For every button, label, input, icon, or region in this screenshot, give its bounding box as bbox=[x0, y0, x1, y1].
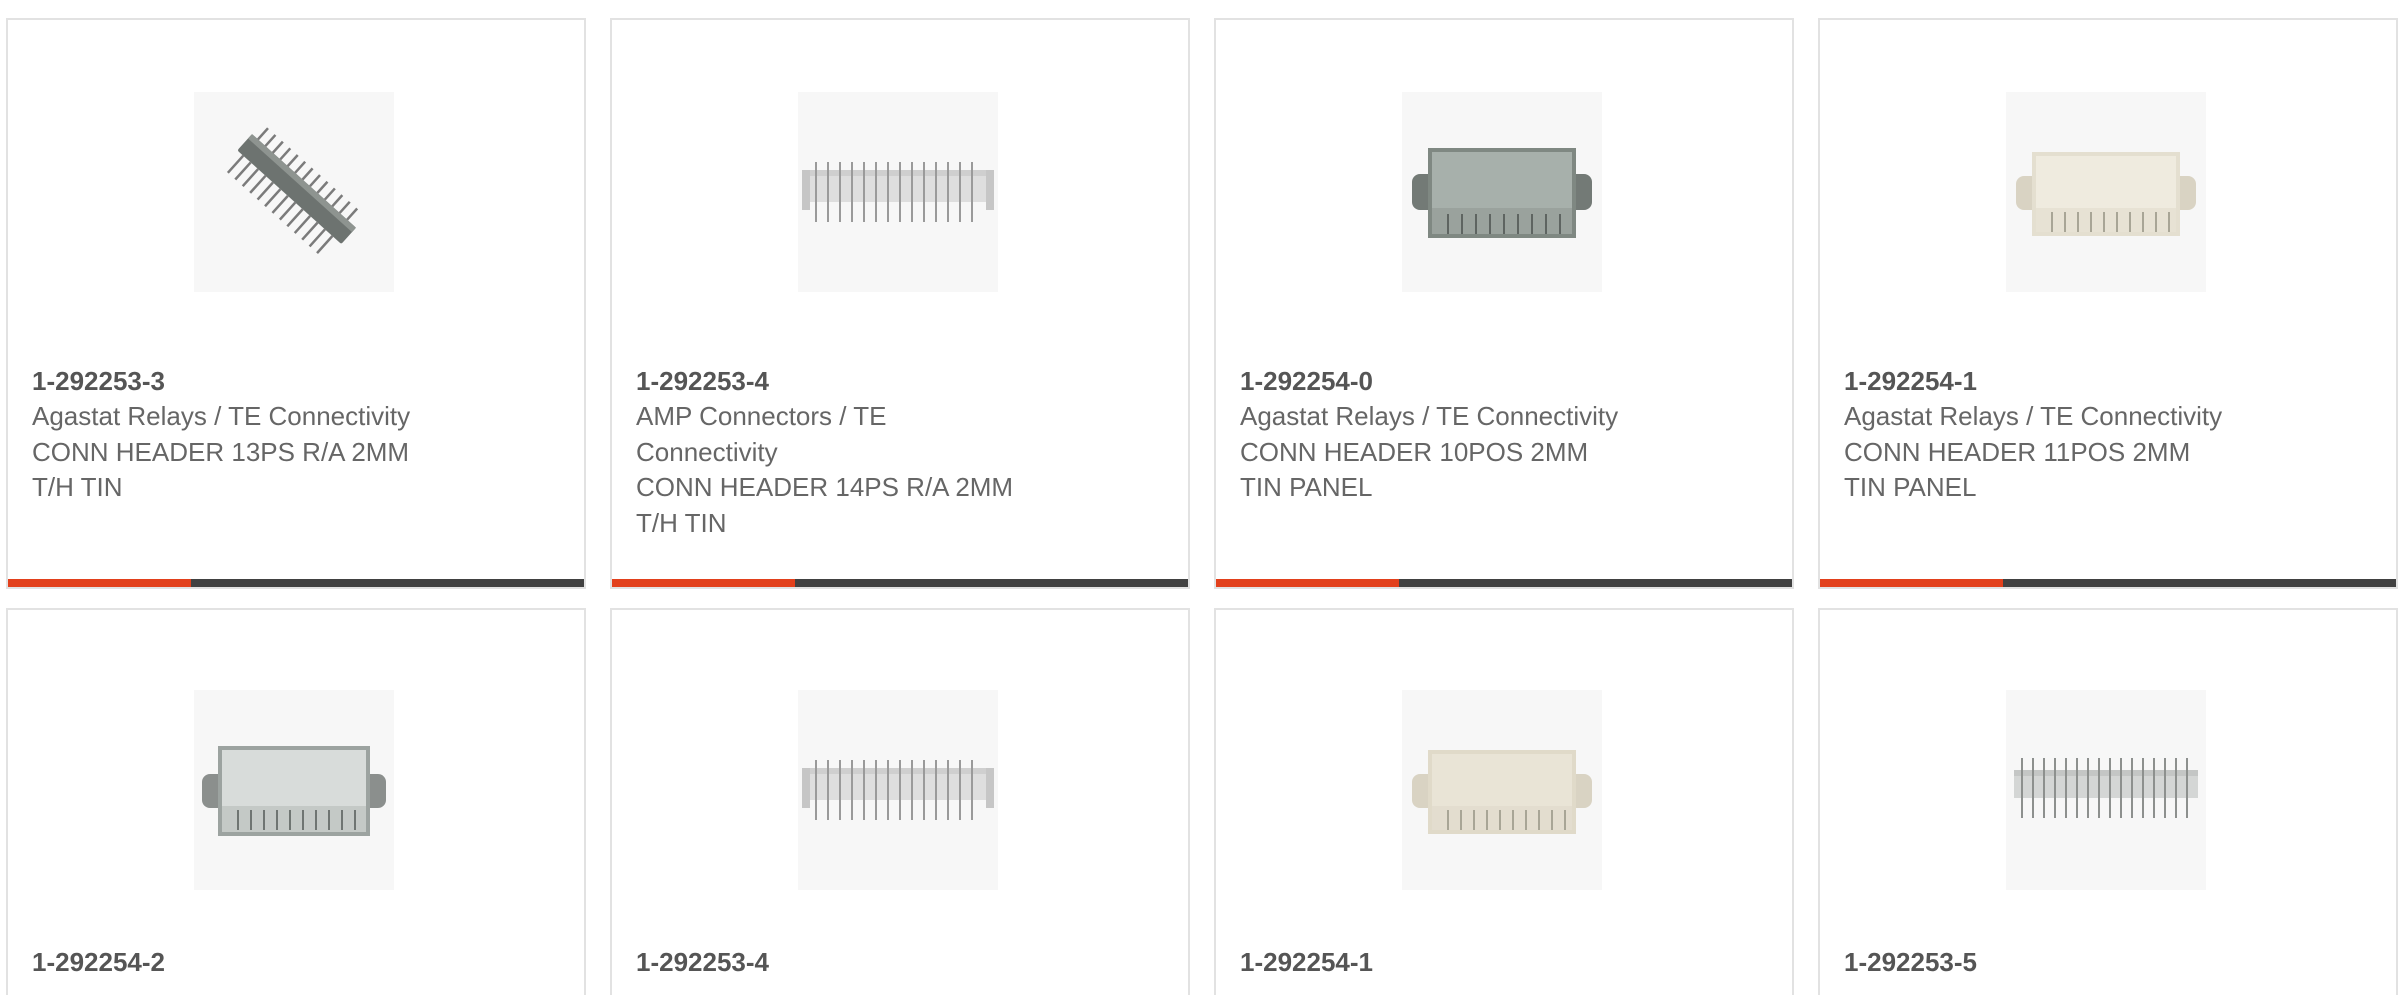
pin-header-icon bbox=[2014, 758, 2198, 818]
card-footer-bar bbox=[1820, 579, 2396, 587]
card-footer-accent bbox=[8, 579, 191, 587]
manufacturer: Agastat Relays / TE Connectivity bbox=[1240, 401, 1619, 431]
part-number[interactable]: 1-292253-4 bbox=[636, 945, 1056, 980]
card-footer-accent bbox=[1216, 579, 1399, 587]
card-footer-bar bbox=[8, 579, 584, 587]
card-footer-bar bbox=[1216, 579, 1792, 587]
product-info: 1-292253-4 AMP Connectors / TE Connectiv… bbox=[636, 364, 1056, 541]
product-card[interactable]: 1-292254-0 Agastat Relays / TE Connectiv… bbox=[1214, 18, 1794, 589]
part-number[interactable]: 1-292254-2 bbox=[32, 945, 452, 980]
product-info: 1-292254-1 bbox=[1240, 945, 1660, 980]
product-card[interactable]: 1-292253-5 bbox=[1818, 608, 2398, 995]
product-card[interactable]: 1-292254-1 bbox=[1214, 608, 1794, 995]
part-number[interactable]: 1-292254-1 bbox=[1844, 364, 2264, 399]
product-info: 1-292253-3 Agastat Relays / TE Connectiv… bbox=[32, 364, 452, 506]
product-card[interactable]: 1-292253-4 bbox=[610, 608, 1190, 995]
product-card[interactable]: 1-292254-2 bbox=[6, 608, 586, 995]
part-number[interactable]: 1-292253-4 bbox=[636, 364, 1056, 399]
product-grid: 1-292253-3 Agastat Relays / TE Connectiv… bbox=[0, 0, 2400, 995]
product-image[interactable] bbox=[1402, 690, 1602, 890]
beige-panel-connector-icon bbox=[2016, 152, 2196, 236]
manufacturer: Agastat Relays / TE Connectivity bbox=[32, 401, 411, 431]
part-number[interactable]: 1-292253-3 bbox=[32, 364, 452, 399]
product-image[interactable] bbox=[2006, 690, 2206, 890]
gray-panel-connector-icon bbox=[1412, 148, 1592, 238]
manufacturer: Agastat Relays / TE Connectivity bbox=[1844, 401, 2223, 431]
angled-pin-header-icon bbox=[226, 127, 359, 254]
description: CONN HEADER 10POS 2MM TIN PANEL bbox=[1240, 436, 1589, 503]
product-image[interactable] bbox=[194, 690, 394, 890]
product-info: 1-292254-2 bbox=[32, 945, 452, 980]
part-number[interactable]: 1-292254-1 bbox=[1240, 945, 1660, 980]
card-footer-bar bbox=[612, 579, 1188, 587]
product-image[interactable] bbox=[2006, 92, 2206, 292]
product-card[interactable]: 1-292254-1 Agastat Relays / TE Connectiv… bbox=[1818, 18, 2398, 589]
part-number[interactable]: 1-292253-5 bbox=[1844, 945, 2264, 980]
manufacturer: AMP Connectors / TE Connectivity bbox=[636, 401, 887, 467]
product-info: 1-292254-1 Agastat Relays / TE Connectiv… bbox=[1844, 364, 2264, 506]
product-info: 1-292254-0 Agastat Relays / TE Connectiv… bbox=[1240, 364, 1660, 506]
description: CONN HEADER 13PS R/A 2MM T/H TIN bbox=[32, 436, 410, 503]
product-image[interactable] bbox=[798, 690, 998, 890]
product-image[interactable] bbox=[798, 92, 998, 292]
product-image[interactable] bbox=[194, 92, 394, 292]
product-image[interactable] bbox=[1402, 92, 1602, 292]
card-footer-accent bbox=[1820, 579, 2003, 587]
beige-panel-connector-icon bbox=[1412, 750, 1592, 834]
product-card[interactable]: 1-292253-3 Agastat Relays / TE Connectiv… bbox=[6, 18, 586, 589]
pin-header-icon bbox=[802, 162, 994, 222]
product-info: 1-292253-4 bbox=[636, 945, 1056, 980]
product-card[interactable]: 1-292253-4 AMP Connectors / TE Connectiv… bbox=[610, 18, 1190, 589]
pin-header-icon bbox=[802, 760, 994, 820]
description: CONN HEADER 11POS 2MM TIN PANEL bbox=[1844, 436, 2191, 503]
description: CONN HEADER 14PS R/A 2MM T/H TIN bbox=[636, 472, 1014, 538]
gray-panel-connector-icon bbox=[202, 746, 386, 836]
card-footer-accent bbox=[612, 579, 795, 587]
part-number[interactable]: 1-292254-0 bbox=[1240, 364, 1660, 399]
product-info: 1-292253-5 bbox=[1844, 945, 2264, 980]
